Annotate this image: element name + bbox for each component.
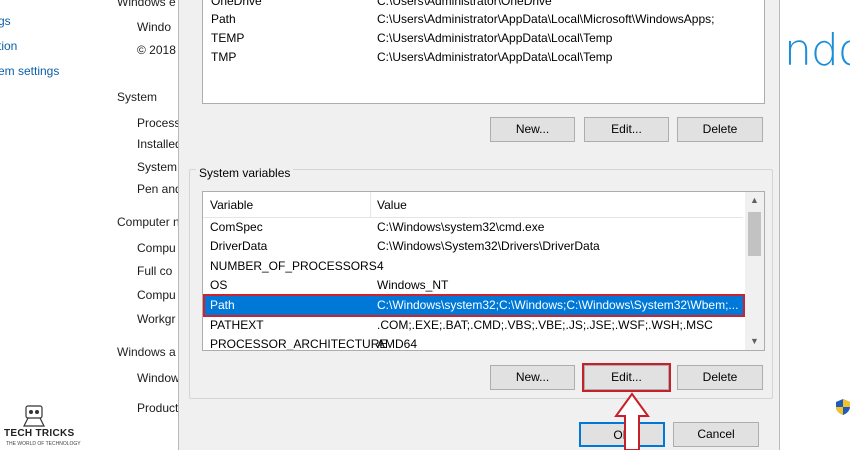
variable-value: C:\Windows\system32\cmd.exe <box>377 220 545 234</box>
system-variables-list[interactable]: Variable Value ComSpec C:\Windows\system… <box>202 191 765 351</box>
scrollbar-thumb[interactable] <box>748 212 761 256</box>
scroll-up-icon[interactable]: ▲ <box>745 192 764 209</box>
variable-name: Path <box>210 298 235 312</box>
variable-value: C:\Windows\System32\Drivers\DriverData <box>377 239 600 253</box>
variable-name: Path <box>211 12 236 26</box>
variable-name: OS <box>210 278 228 292</box>
variable-value: C:\Users\Administrator\AppData\Local\Mic… <box>377 12 715 26</box>
variable-value: C:\Users\Administrator\AppData\Local\Tem… <box>377 50 613 64</box>
workgroup-label: Workgr <box>137 312 176 326</box>
system-new-button[interactable]: New... <box>490 365 575 390</box>
installed-memory-label: Installed <box>137 137 182 151</box>
user-delete-button[interactable]: Delete <box>677 117 763 142</box>
system-variables-label: System variables <box>196 166 294 180</box>
uac-shield-icon <box>836 399 850 415</box>
list-header: Variable Value <box>203 192 743 218</box>
table-row[interactable]: PROCESSOR_ARCHITECTURE AMD64 <box>205 335 743 351</box>
variable-name: NUMBER_OF_PROCESSORS <box>210 259 377 273</box>
variable-name: TEMP <box>211 31 245 45</box>
table-row[interactable]: NUMBER_OF_PROCESSORS 4 <box>205 257 743 276</box>
cancel-button[interactable]: Cancel <box>673 422 759 447</box>
list-item[interactable]: TEMP C:\Users\Administrator\AppData\Loca… <box>211 28 756 48</box>
variable-value: C:\Users\Administrator\AppData\Local\Tem… <box>377 31 613 45</box>
pointer-arrow-icon <box>614 392 650 450</box>
table-row[interactable]: OS Windows_NT <box>205 276 743 295</box>
variable-name: DriverData <box>210 239 268 253</box>
list-item[interactable]: Path C:\Users\Administrator\AppData\Loca… <box>211 9 756 29</box>
variable-name: TMP <box>211 50 237 64</box>
variable-value: Windows_NT <box>377 278 449 292</box>
watermark-tagline: THE WORLD OF TECHNOLOGY <box>6 441 81 447</box>
left-link-settings[interactable]: gs <box>0 14 11 28</box>
section-computer-name: Computer n <box>117 215 180 229</box>
windows-activation-label: Window <box>137 371 180 385</box>
vertical-scrollbar[interactable]: ▲ ▼ <box>745 192 764 350</box>
system-panel-background: gs tion em settings Windows e Windo © 20… <box>0 0 182 450</box>
table-row[interactable]: PATHEXT .COM;.EXE;.BAT;.CMD;.VBS;.VBE;.J… <box>205 316 743 335</box>
product-id-label: Product <box>137 401 179 415</box>
system-delete-button[interactable]: Delete <box>677 365 763 390</box>
section-windows-activation: Windows a <box>117 345 176 359</box>
scroll-down-icon[interactable]: ▼ <box>745 333 764 350</box>
variable-value: AMD64 <box>377 337 418 351</box>
section-windows-edition: Windows e <box>117 0 176 9</box>
column-header-value[interactable]: Value <box>377 198 407 212</box>
left-link-system-settings[interactable]: em settings <box>0 64 59 78</box>
table-row[interactable]: DriverData C:\Windows\System32\Drivers\D… <box>205 237 743 256</box>
windows-logo-text: ndo <box>784 25 850 76</box>
column-separator <box>370 192 371 218</box>
full-computer-name-label: Full co <box>137 264 173 278</box>
section-system: System <box>117 90 158 104</box>
pen-touch-label: Pen and <box>137 182 182 196</box>
variable-value: 4 <box>377 259 384 273</box>
variable-name: PATHEXT <box>210 318 264 332</box>
windows-edition-value: Windo <box>137 20 172 34</box>
user-variables-list[interactable]: OneDrive C:\Users\Administrator\OneDrive… <box>202 0 765 104</box>
table-row[interactable]: ComSpec C:\Windows\system32\cmd.exe <box>205 218 743 237</box>
variable-value: .COM;.EXE;.BAT;.CMD;.VBS;.VBE;.JS;.JSE;.… <box>377 318 713 332</box>
computer-name-label: Compu <box>137 241 176 255</box>
left-link-protection[interactable]: tion <box>0 39 17 53</box>
processor-label: Process <box>137 116 181 130</box>
column-header-variable[interactable]: Variable <box>210 198 253 212</box>
list-item[interactable]: TMP C:\Users\Administrator\AppData\Local… <box>211 47 756 67</box>
computer-description-label: Compu <box>137 288 176 302</box>
user-new-button[interactable]: New... <box>490 117 575 142</box>
user-edit-button[interactable]: Edit... <box>584 117 669 142</box>
variable-name: ComSpec <box>210 220 263 234</box>
system-type-label: System <box>137 160 178 174</box>
variable-name: PROCESSOR_ARCHITECTURE <box>210 337 388 351</box>
table-row-selected-path[interactable]: Path C:\Windows\system32;C:\Windows;C:\W… <box>203 294 745 317</box>
watermark-name: TECH TRICKS <box>4 428 75 439</box>
copyright-text: © 2018 <box>137 43 176 57</box>
edit-highlight-box <box>582 363 671 392</box>
variable-value: C:\Windows\system32;C:\Windows;C:\Window… <box>377 298 739 312</box>
